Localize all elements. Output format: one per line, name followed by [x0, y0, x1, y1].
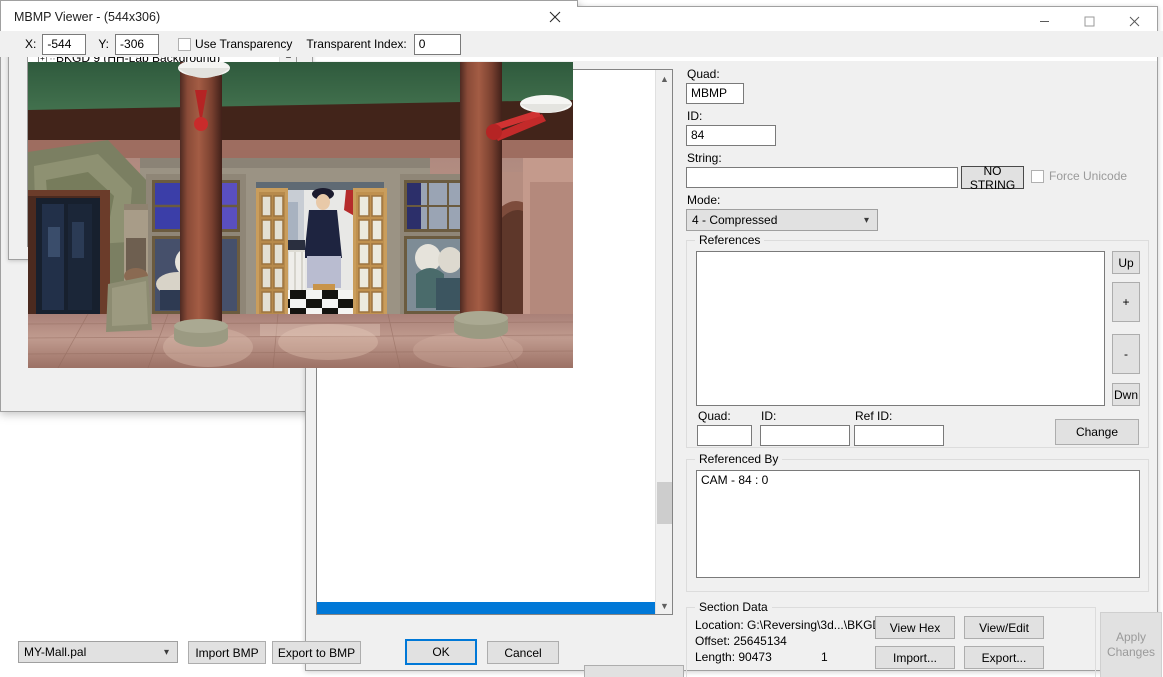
string-label: String: — [687, 151, 722, 165]
no-string-button[interactable]: NO STRING — [961, 164, 1024, 192]
reference-up-button[interactable]: Up — [1112, 251, 1140, 274]
mode-select[interactable]: 4 - Compressed ▾ — [686, 209, 878, 231]
use-transparency-checkbox[interactable] — [178, 37, 192, 51]
reference-add-button[interactable]: + — [1112, 282, 1140, 322]
references-group: References Up + - Dwn Quad: ID: Ref ID: … — [686, 233, 1149, 448]
reference-down-button[interactable]: Dwn — [1112, 383, 1140, 406]
scroll-up-icon[interactable]: ▲ — [656, 70, 672, 87]
mbmp-dialog-buttons: MY-Mall.pal ▾ Import BMP Export to BMP O… — [0, 639, 1163, 667]
force-unicode-label: Force Unicode — [1049, 169, 1128, 183]
scroll-down-icon[interactable]: ▼ — [656, 597, 672, 614]
quad-label: Quad: — [687, 67, 720, 81]
ok-button[interactable]: OK — [405, 639, 477, 665]
transparent-index-label: Transparent Index: — [306, 37, 407, 51]
referenced-by-group: Referenced By CAM - 84 : 0 — [686, 452, 1149, 592]
chevron-down-icon: ▾ — [163, 647, 169, 658]
force-unicode-checkbox[interactable] — [1031, 169, 1044, 183]
force-unicode-checkbox-row[interactable]: Force Unicode — [1031, 169, 1127, 183]
mbmp-dialog-title: MBMP Viewer - (544x306) — [14, 9, 161, 24]
mall-interior-image — [28, 62, 573, 368]
reference-remove-button[interactable]: - — [1112, 334, 1140, 374]
properties-pane: Quad: MBMP ID: 84 String: NO STRING Forc… — [684, 67, 1162, 677]
id-input[interactable]: 84 — [686, 125, 776, 146]
reference-change-button[interactable]: Change — [1055, 419, 1139, 445]
section-data-group-label: Section Data — [695, 600, 772, 614]
scrollbar-thumb[interactable] — [657, 482, 672, 524]
referenced-by-item[interactable]: CAM - 84 : 0 — [701, 473, 1135, 488]
import-bmp-button[interactable]: Import BMP — [188, 641, 266, 664]
mbmp-dialog-titlebar[interactable]: MBMP Viewer - (544x306) — [1, 1, 577, 32]
string-input[interactable] — [686, 167, 958, 188]
cancel-button[interactable]: Cancel — [487, 641, 559, 664]
section-list-scrollbar[interactable]: ▲ ▼ — [655, 70, 672, 614]
referenced-by-group-label: Referenced By — [695, 452, 783, 466]
reference-refid-label: Ref ID: — [855, 409, 893, 423]
id-label: ID: — [687, 109, 703, 123]
view-hex-button[interactable]: View Hex — [875, 616, 955, 639]
referenced-by-list[interactable]: CAM - 84 : 0 — [696, 470, 1140, 578]
mbmp-toolbar: X: -544 Y: -306 Use Transparency Transpa… — [0, 31, 1163, 57]
close-icon[interactable] — [539, 4, 571, 30]
reference-refid-input[interactable] — [854, 425, 944, 446]
references-group-label: References — [695, 233, 765, 247]
reference-quad-label: Quad: — [698, 409, 731, 423]
mode-label: Mode: — [687, 193, 721, 207]
view-edit-button[interactable]: View/Edit — [964, 616, 1044, 639]
palette-select[interactable]: MY-Mall.pal ▾ — [18, 641, 178, 663]
mbmp-image-canvas[interactable] — [28, 62, 573, 368]
x-label: X: — [25, 37, 37, 51]
references-list[interactable] — [696, 251, 1105, 406]
y-label: Y: — [98, 37, 110, 51]
section-list-item-selected[interactable] — [317, 601, 655, 614]
reference-quad-input[interactable] — [697, 425, 752, 446]
y-input[interactable]: -306 — [115, 33, 160, 55]
reference-id-input[interactable] — [760, 425, 850, 446]
palette-select-value: MY-Mall.pal — [24, 645, 87, 659]
chevron-down-icon: ▾ — [863, 215, 869, 226]
transparent-index-input[interactable]: 0 — [413, 33, 461, 55]
x-input[interactable]: -544 — [42, 33, 87, 55]
use-transparency-label: Use Transparency — [195, 37, 293, 51]
mbmp-viewer-dialog: MBMP Viewer - (544x306) X: -544 Y: -306 … — [0, 0, 1163, 665]
quad-input[interactable]: MBMP — [686, 83, 744, 104]
mode-select-value: 4 - Compressed — [692, 213, 778, 227]
reference-id-label: ID: — [761, 409, 777, 423]
export-bmp-button[interactable]: Export to BMP — [272, 641, 361, 664]
